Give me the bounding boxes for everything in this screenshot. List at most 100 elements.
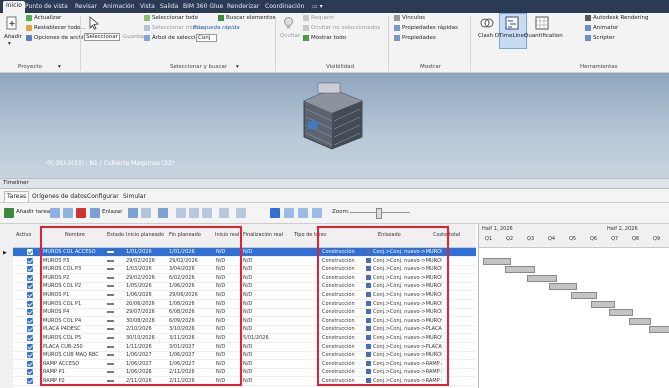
tab-origenes-datos[interactable]: Orígenes de datos [29, 191, 90, 203]
actual-end-cell[interactable]: N/D [243, 325, 283, 333]
actual-end-cell[interactable]: N/D [243, 248, 283, 256]
actual-end-cell[interactable]: N/D [243, 291, 283, 299]
active-checkbox[interactable] [27, 266, 33, 273]
active-checkbox[interactable] [27, 360, 33, 367]
active-checkbox[interactable] [27, 326, 33, 333]
arbol-seleccion-button[interactable]: Árbol de selección [152, 35, 202, 41]
tab-configurar[interactable]: Configurar [84, 191, 122, 203]
gantt-bar[interactable] [609, 309, 633, 317]
active-checkbox[interactable] [27, 274, 33, 281]
gantt-period-label: Q1 [485, 236, 493, 242]
gantt-bar[interactable] [571, 292, 597, 299]
auto-add-icon[interactable] [63, 208, 73, 218]
mostrar-todo-button[interactable]: Mostrar todo [311, 35, 346, 41]
gantt-bar[interactable] [505, 266, 535, 274]
active-checkbox[interactable] [27, 335, 33, 341]
tab-bim360[interactable]: BIM 360 Glue [183, 2, 223, 12]
gantt-bar[interactable] [483, 257, 511, 265]
indent-icon[interactable] [189, 208, 199, 218]
tab-animacion[interactable]: Animación [103, 2, 135, 12]
actual-end-cell[interactable]: N/D [243, 308, 283, 316]
propiedades-button[interactable]: Propiedades [402, 35, 436, 41]
active-checkbox[interactable] [27, 300, 33, 307]
zoom-slider-thumb[interactable] [376, 208, 382, 219]
restablecer-button[interactable]: Restablecer todo... [34, 25, 86, 31]
actual-end-cell[interactable]: N/D [243, 343, 283, 351]
seleccionar-button[interactable]: Seleccionar [84, 33, 120, 41]
active-checkbox[interactable] [27, 283, 33, 290]
actualizar-button[interactable]: Actualizar [34, 15, 61, 21]
active-checkbox[interactable] [27, 309, 33, 316]
tab-simular[interactable]: Simular [120, 191, 149, 203]
export-icon[interactable] [202, 208, 212, 218]
attach-button[interactable]: Enlazar [102, 209, 122, 215]
active-checkbox[interactable] [27, 317, 33, 324]
animator-button[interactable]: Animator [593, 25, 618, 31]
show-grid-only-icon[interactable] [284, 208, 294, 218]
show-grid-gantt-icon[interactable] [270, 208, 280, 218]
active-checkbox[interactable] [27, 249, 33, 255]
actual-end-cell[interactable]: N/D [243, 377, 283, 385]
buscar-elementos-button[interactable]: Buscar elementos [226, 15, 275, 21]
gantt-view-icon[interactable] [236, 208, 246, 218]
gantt-bar[interactable] [629, 317, 651, 325]
show-dates-icon[interactable] [312, 208, 322, 218]
actual-end-cell[interactable]: N/D [243, 300, 283, 308]
tab-vista[interactable]: Vista [140, 2, 155, 12]
seleccionar-todo-button[interactable]: Seleccionar todo [152, 15, 198, 21]
actual-end-cell[interactable]: N/D [243, 317, 283, 325]
ribbon-options-icon[interactable]: ▭ ▾ [312, 2, 323, 12]
gantt-bar[interactable] [649, 326, 669, 334]
conj-dropdown[interactable]: Conj [196, 34, 218, 42]
timeliner-button[interactable]: TimeLiner [499, 33, 526, 39]
gantt-bar[interactable] [549, 283, 577, 291]
actual-end-cell[interactable]: N/D [243, 257, 283, 265]
active-checkbox[interactable] [27, 369, 33, 376]
actual-end-cell[interactable]: N/D [243, 265, 283, 273]
tab-tareas[interactable]: Tareas [4, 191, 30, 202]
gantt-chart[interactable]: Half 1, 2026 Half 2, 2026 Q1 Q2 Q3 Q4 Q5 Q6 Q7… [478, 224, 669, 388]
guardar-seleccion-button[interactable]: Guardar [123, 34, 145, 40]
actual-end-cell[interactable]: N/D [243, 351, 283, 359]
columns-icon[interactable] [158, 208, 168, 218]
active-checkbox[interactable] [27, 292, 33, 298]
rules-icon[interactable] [128, 208, 138, 218]
quantification-button[interactable]: Quantification [524, 33, 563, 39]
insert-task-icon[interactable] [50, 208, 60, 218]
gantt-bar[interactable] [527, 274, 557, 282]
tab-revisar[interactable]: Revisar [75, 2, 97, 12]
propiedades-rapidas-button[interactable]: Propiedades rápidas [402, 25, 458, 31]
vinculos-button[interactable]: Vínculos [402, 15, 425, 21]
anadir-button[interactable]: Añadir [4, 34, 22, 40]
actual-end-cell[interactable]: N/D [243, 360, 283, 368]
actual-end-cell[interactable]: N/D [243, 274, 283, 282]
ocultar-button[interactable]: Ocultar [280, 33, 300, 39]
actual-end-cell[interactable]: N/D [243, 368, 283, 376]
tab-inicio[interactable]: Inicio [3, 1, 25, 13]
delete-task-icon[interactable] [76, 208, 86, 218]
import-icon[interactable] [219, 208, 229, 218]
autodesk-rendering-button[interactable]: Autodesk Rendering [593, 15, 649, 21]
active-checkbox[interactable] [27, 257, 33, 264]
opciones-archivo-button[interactable]: Opciones de archivo [34, 35, 90, 41]
add-task-button[interactable]: Añadir tarea [16, 209, 50, 215]
busqueda-rapida-input[interactable]: Búsqueda rápida [193, 25, 240, 31]
outdent-icon[interactable] [176, 208, 186, 218]
active-checkbox[interactable] [27, 343, 33, 350]
col-activo[interactable]: Activo [16, 232, 31, 238]
actual-end-cell[interactable]: N/D [243, 282, 283, 290]
filter-icon[interactable] [141, 208, 151, 218]
show-gantt-only-icon[interactable] [298, 208, 308, 218]
scripter-button[interactable]: Scripter [593, 35, 615, 41]
active-checkbox[interactable] [27, 352, 33, 359]
tab-salida[interactable]: Salida [160, 2, 178, 12]
tab-punto-de-vista[interactable]: Punto de vista [25, 2, 68, 12]
tab-renderizar[interactable]: Renderizar [227, 2, 259, 12]
active-checkbox[interactable] [27, 378, 33, 384]
requerir-button[interactable]: Requerir [311, 15, 334, 21]
tab-coordinacion[interactable]: Coordinación [265, 2, 304, 12]
actual-end-cell[interactable]: 5/01/2026 [243, 334, 283, 342]
gantt-bar[interactable] [591, 300, 615, 308]
ocultar-no-seleccionados-button[interactable]: Ocultar no seleccionados [311, 25, 380, 31]
col-finalizacion-real[interactable]: Finalización real [243, 232, 283, 238]
